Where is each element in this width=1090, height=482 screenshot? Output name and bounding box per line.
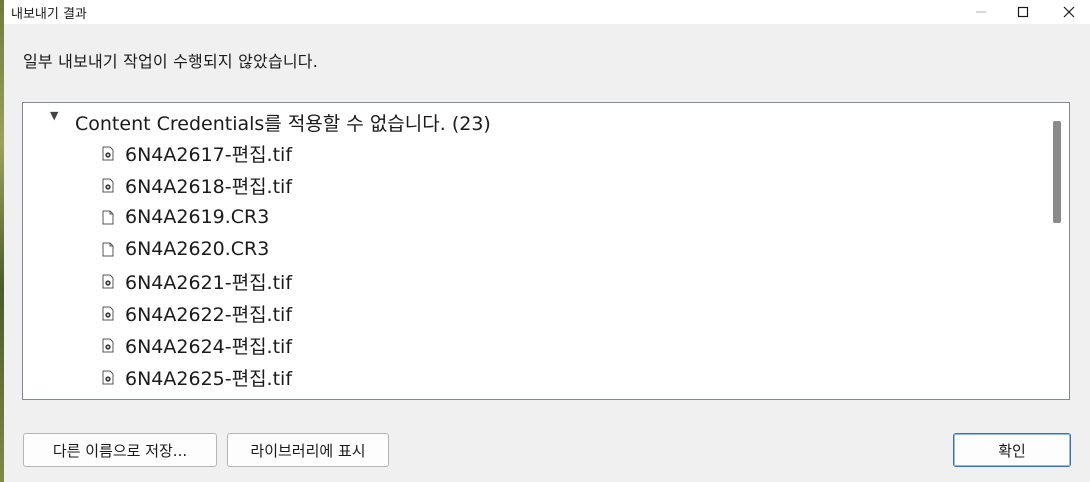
image-file-icon [101, 336, 115, 354]
image-file-icon [101, 368, 115, 386]
file-name: 6N4A2620.CR3 [125, 238, 270, 260]
image-file-icon [101, 304, 115, 322]
image-file-icon [101, 144, 115, 162]
blank-file-icon [101, 208, 115, 226]
window-title: 내보내기 결과 [11, 7, 87, 22]
list-item[interactable]: 6N4A2621-편집.tif [101, 267, 292, 295]
list-item[interactable]: 6N4A2620.CR3 [101, 235, 269, 263]
show-in-library-button[interactable]: 라이브러리에 표시 [227, 433, 389, 467]
list-item[interactable]: 6N4A2624-편집.tif [101, 331, 292, 359]
list-item[interactable]: 6N4A2617-편집.tif [101, 139, 292, 167]
save-as-button[interactable]: 다른 이름으로 저장... [23, 433, 217, 467]
file-name: 6N4A2624-편집.tif [125, 335, 293, 358]
file-name: 6N4A2621-편집.tif [125, 271, 293, 294]
maximize-icon [1017, 6, 1029, 18]
list-item[interactable]: 6N4A2625-편집.tif [101, 363, 292, 391]
file-name: 6N4A2617-편집.tif [125, 143, 293, 166]
results-list[interactable]: ▼ Content Credentials를 적용할 수 없습니다. (23) … [22, 102, 1070, 400]
close-button[interactable] [1046, 0, 1090, 24]
title-bar: 내보내기 결과 [4, 0, 1090, 24]
list-item[interactable]: 6N4A2619.CR3 [101, 203, 269, 231]
group-label: Content Credentials를 적용할 수 없습니다. (23) [75, 113, 491, 135]
background-edge [0, 0, 4, 482]
image-file-icon [101, 272, 115, 290]
file-name: 6N4A2619.CR3 [125, 206, 270, 228]
file-name: 6N4A2618-편집.tif [125, 175, 293, 198]
file-name: 6N4A2625-편집.tif [125, 367, 293, 390]
image-file-icon [101, 176, 115, 194]
file-name: 6N4A2622-편집.tif [125, 303, 293, 326]
close-icon [1063, 6, 1075, 18]
list-item[interactable]: 6N4A2618-편집.tif [101, 171, 292, 199]
collapse-triangle-icon[interactable]: ▼ [50, 109, 58, 122]
vertical-scrollbar[interactable] [1045, 103, 1069, 399]
blank-file-icon [101, 240, 115, 258]
minimize-button[interactable] [958, 0, 1004, 24]
minimize-icon [976, 11, 986, 13]
maximize-button[interactable] [1000, 0, 1046, 24]
list-item[interactable]: 6N4A2622-편집.tif [101, 299, 292, 327]
export-results-dialog: 내보내기 결과 일부 내보내기 작업이 수행되지 않았습니다. ▼ Conten… [0, 0, 1090, 482]
ok-button[interactable]: 확인 [953, 433, 1071, 467]
status-message: 일부 내보내기 작업이 수행되지 않았습니다. [23, 52, 318, 71]
scrollbar-thumb[interactable] [1053, 121, 1061, 223]
